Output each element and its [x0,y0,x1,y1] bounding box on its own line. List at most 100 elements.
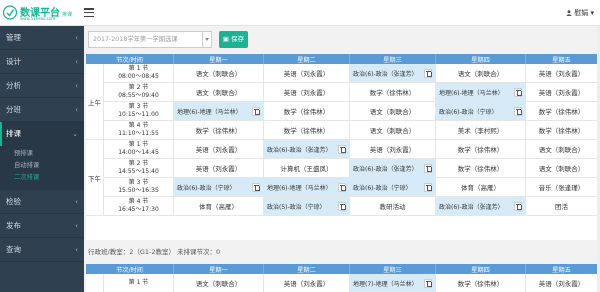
timetable-cell[interactable]: 语文（刺联合） [350,102,436,121]
trash-icon[interactable] [338,201,346,211]
period-time: 08:55～09:40 [118,92,159,99]
period-cell: 第 3 节 10:15～11:00 [104,102,174,121]
timetable-cell[interactable]: 政治(6)-政治（宁琼） [174,178,264,197]
timetable-cell[interactable]: 地理(6)-地理（马兰林） [174,102,264,121]
course-name: 语文（刺联合） [195,280,242,288]
semester-select[interactable]: 2017-2018学年第一学期选课 [88,31,212,48]
period-label: 第 4 节 [128,122,149,129]
sidebar-item-label: 检验 [6,197,21,206]
sidebar-item-label: 管理 [6,33,21,42]
menu-toggle-icon[interactable] [84,8,94,18]
timetable-cell[interactable]: 英语（刘永霞） [350,140,436,159]
sidebar-item-publish[interactable]: 发布 ‹ [0,214,84,238]
timetable-cell[interactable]: 英语（刘永霞） [264,83,350,102]
timetable-panel: 节次/时间 星期一 星期二 星期三 星期四 星期五 上午第 1 节 08:00～08:45 语文… [86,54,598,240]
timetable-cell[interactable]: 政治(6)-政治（宁琼） [436,102,526,121]
timetable-cell[interactable]: 语文（刺联合） [174,64,264,83]
timetable-cell[interactable]: 语文（刺联合） [436,64,526,83]
logo[interactable]: 数课平台 排课 www.51kebo.com [3,4,79,22]
timetable-cell[interactable]: 政治(6)-政治（宁琼） [350,178,436,197]
sidebar-item-class-division[interactable]: 分班 ‹ [0,98,84,122]
timetable-cell[interactable]: 政治(6)-政治（张逢芳） [436,197,526,216]
trash-icon[interactable] [424,182,432,192]
timetable-cell[interactable]: 地理(6)-地理（马兰林） [264,178,350,197]
course-name: 英语（刘永霞） [538,280,585,288]
course-name: 数学（徐伟林） [538,127,585,135]
sidebar-subitem-auto-schedule[interactable]: 自动排课 [0,160,84,172]
timetable-cell[interactable]: 数学（徐伟林） [436,140,526,159]
timetable-cell[interactable]: 地理(7)-地理（马兰林） [350,274,436,292]
timetable-cell[interactable]: 英语（刘永霞） [526,83,598,102]
chevron-left-icon: ‹ [75,222,78,230]
period-time: 11:10～11:55 [118,130,159,137]
timetable-cell[interactable]: 数学（徐伟林） [350,83,436,102]
timetable-cell[interactable]: 英语（刘永霞） [264,274,350,292]
sidebar-item-verify[interactable]: 检验 ‹ [0,190,84,214]
trash-icon[interactable] [338,182,346,192]
sidebar-item-manage[interactable]: 管理 ‹ [0,26,84,50]
timetable-cell[interactable]: 政治(6)-政治（张逢芳） [264,140,350,159]
timetable-cell[interactable]: 语文（刺联合） [174,83,264,102]
timetable-cell[interactable]: 计算机（王盛凤） [264,159,350,178]
timetable-cell[interactable]: 数学（徐伟林） [526,102,598,121]
course-name: 政治(5)-政治（宁琼） [267,203,326,211]
sidebar-item-label: 分班 [6,105,21,114]
trash-icon[interactable] [338,144,346,154]
sidebar-subitem-secondary-schedule[interactable]: 二次排课 [0,172,84,184]
course-name: 团活 [555,203,568,211]
user-menu[interactable]: 慰娟 ▾ [566,8,594,18]
timetable-cell[interactable]: 语文（刺联合） [174,274,264,292]
timetable-cell[interactable]: 地理(6)-地理（马兰林） [436,83,526,102]
period-time: 14:00～14:45 [118,149,159,156]
course-name: 语文（刺联合） [457,70,504,78]
user-name: 慰娟 [574,9,589,17]
course-name: 语文（刺联合） [195,89,242,97]
timetable-cell[interactable]: 英语（刘永霞） [526,64,598,83]
timetable-cell[interactable]: 英语（刘永霞） [526,274,598,292]
column-header-label: 星期三 [383,56,402,64]
trash-icon[interactable] [424,163,432,173]
chevron-down-icon [202,32,211,47]
timetable-cell[interactable]: 数学（徐伟林） [264,102,350,121]
course-name: 英语（刘永霞） [195,146,242,154]
timetable-cell[interactable]: 体育（高雁） [174,197,264,216]
sidebar-subitem-pre-schedule[interactable]: 预排课 [0,148,84,160]
chevron-left-icon: ‹ [75,34,78,42]
timetable-cell[interactable]: 英语（刘永霞） [264,64,350,83]
trash-icon[interactable] [252,106,260,116]
timetable-cell[interactable]: 体育（高雁） [436,178,526,197]
timetable-cell[interactable]: 英语（刘永霞） [174,140,264,159]
trash-icon[interactable] [514,87,522,97]
trash-icon[interactable] [514,106,522,116]
column-header: 星期五 [526,54,598,64]
sidebar-item-query[interactable]: 查询 ‹ [0,238,84,262]
timetable-cell[interactable]: 政治(5)-政治（宁琼） [264,197,350,216]
timetable-cell[interactable]: 语文（刺联合） [526,140,598,159]
timetable-cell[interactable]: 美术（李村熙） [436,121,526,140]
timetable-cell[interactable]: 数学（徐伟林） [436,274,526,292]
timetable-cell[interactable]: 政治(6)-政治（张逢芳） [350,64,436,83]
timetable-cell[interactable]: 教研活动 [350,197,436,216]
timetable-cell[interactable]: 英语（刘永霞） [174,159,264,178]
timetable-cell[interactable]: 语文（刺联合） [526,159,598,178]
trash-icon[interactable] [252,182,260,192]
timetable-cell[interactable]: 数学（徐伟林） [436,159,526,178]
timetable-cell[interactable]: 数学（徐伟林） [526,121,598,140]
trash-icon[interactable] [424,278,432,288]
trash-icon[interactable] [514,201,522,211]
sidebar-item-analysis[interactable]: 分析 ‹ [0,74,84,98]
column-header-label: 节次/时间 [116,266,143,274]
timetable-cell[interactable]: 数学（徐伟林） [264,121,350,140]
period-cell: 第 1 节 [104,274,174,292]
sidebar-item-design[interactable]: 设计 ‹ [0,50,84,74]
period-label: 第 4 节 [128,198,149,205]
timetable-cell[interactable]: 数学（徐伟林） [174,121,264,140]
timetable-cell[interactable]: 政治(6)-政治（张逢芳） [350,159,436,178]
timetable-cell[interactable]: 音乐（张逢瑾） [526,178,598,197]
timetable-cell[interactable]: 语文（刺联合） [350,121,436,140]
timetable-cell[interactable]: 团活 [526,197,598,216]
save-button[interactable]: ▣ 保存 [219,31,248,48]
sidebar-item-scheduling[interactable]: 排课 ⌄ [0,122,84,146]
column-header-label: 节次/时间 [116,56,143,64]
trash-icon[interactable] [424,68,432,78]
